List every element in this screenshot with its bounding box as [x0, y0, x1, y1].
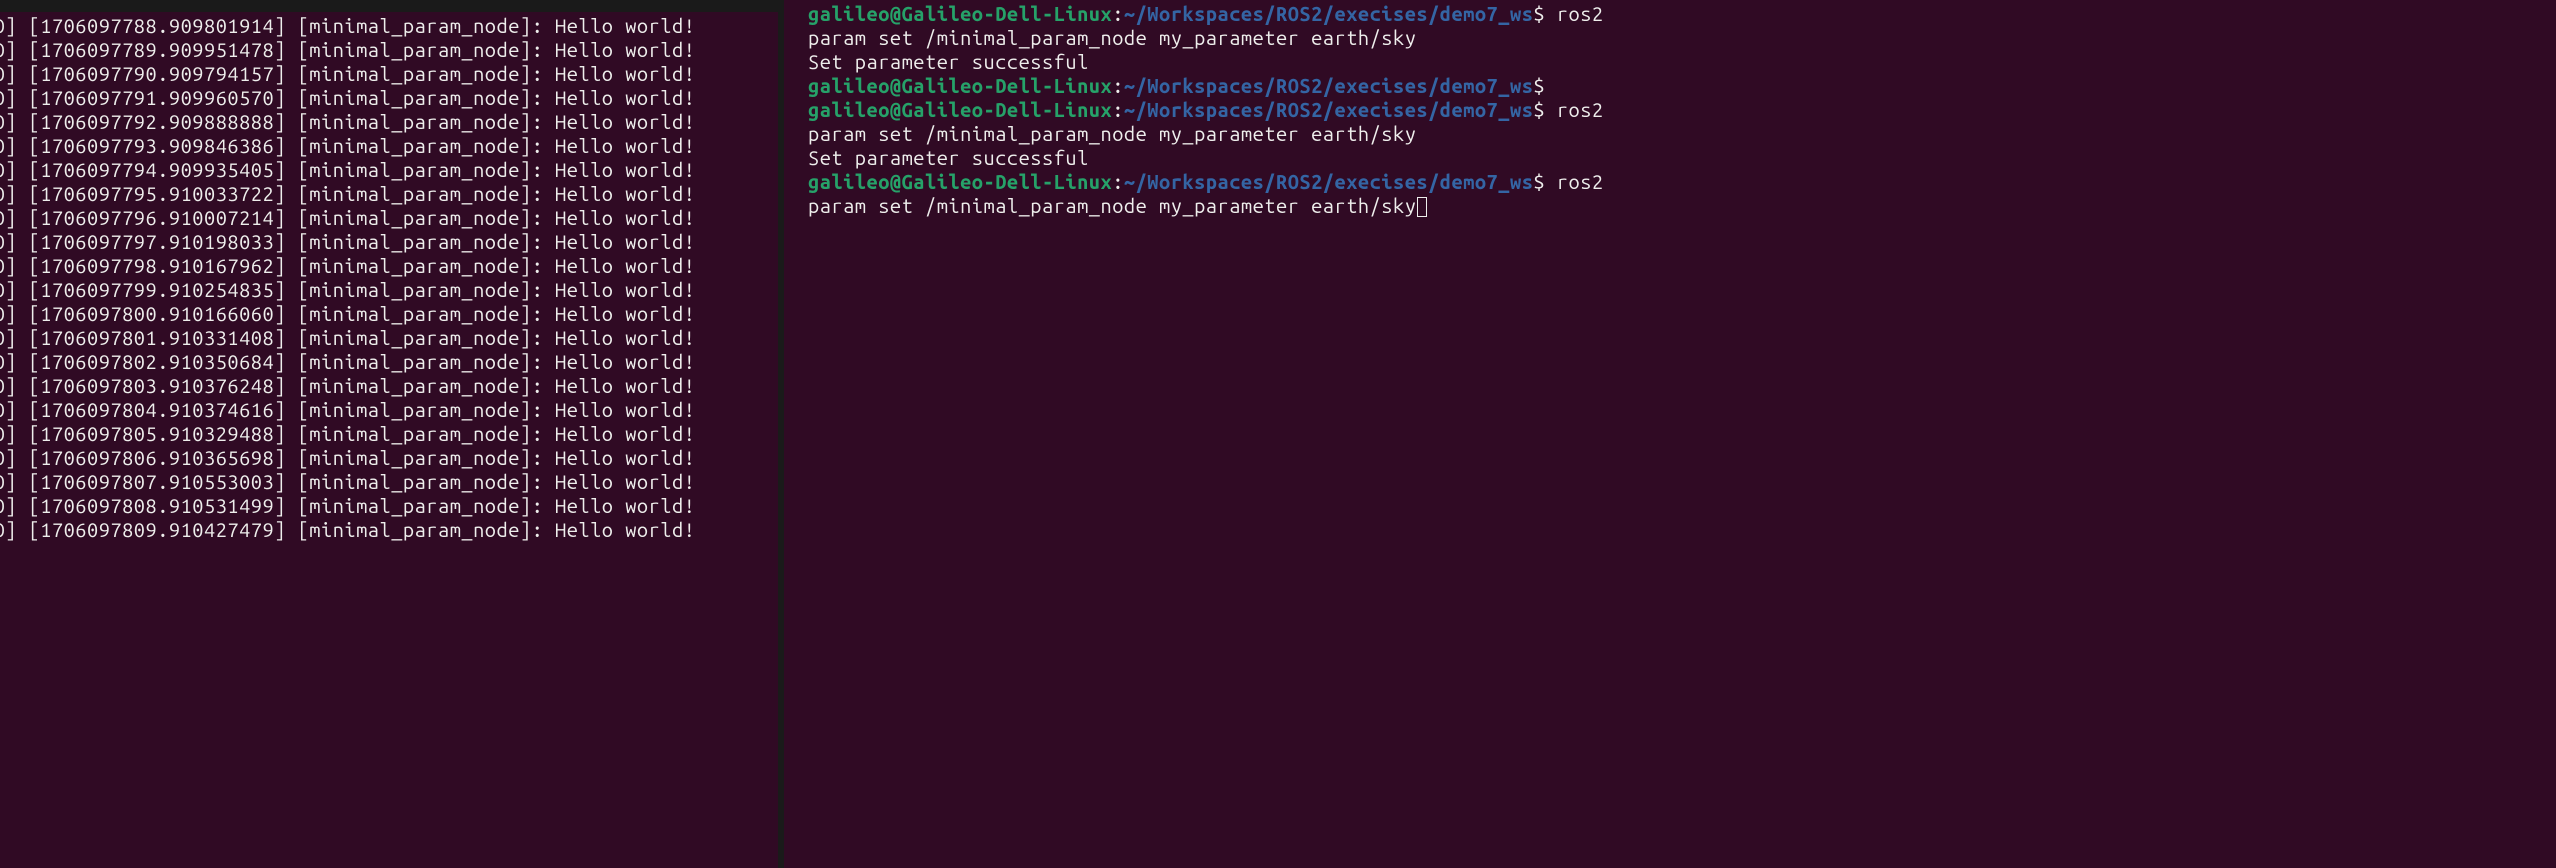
log-line: NFO] [1706097796.910007214] [minimal_par… [0, 206, 778, 230]
terminal-line: param set /minimal_param_node my_paramet… [808, 26, 2556, 50]
command-text: ros2 [1557, 98, 1604, 121]
command-continuation: param set /minimal_param_node my_paramet… [808, 194, 1416, 217]
log-line: NFO] [1706097805.910329488] [minimal_par… [0, 422, 778, 446]
prompt-path: ~/Workspaces/ROS2/execises/demo7_ws [1124, 2, 1534, 25]
terminal-line: galileo@Galileo-Dell-Linux:~/Workspaces/… [808, 170, 2556, 194]
log-line: NFO] [1706097790.909794157] [minimal_par… [0, 62, 778, 86]
log-line: NFO] [1706097789.909951478] [minimal_par… [0, 38, 778, 62]
prompt-colon: : [1112, 74, 1124, 97]
terminal-left-pane[interactable]: NFO] [1706097788.909801914] [minimal_par… [0, 0, 784, 868]
log-line: NFO] [1706097788.909801914] [minimal_par… [0, 14, 778, 38]
log-line: NFO] [1706097798.910167962] [minimal_par… [0, 254, 778, 278]
prompt-path: ~/Workspaces/ROS2/execises/demo7_ws [1124, 170, 1534, 193]
command-continuation: param set /minimal_param_node my_paramet… [808, 122, 1416, 145]
log-line: NFO] [1706097806.910365698] [minimal_par… [0, 446, 778, 470]
terminal-line: param set /minimal_param_node my_paramet… [808, 194, 2556, 218]
log-line: NFO] [1706097802.910350684] [minimal_par… [0, 350, 778, 374]
log-line: NFO] [1706097807.910553003] [minimal_par… [0, 470, 778, 494]
prompt-path: ~/Workspaces/ROS2/execises/demo7_ws [1124, 98, 1534, 121]
command-text: ros2 [1557, 170, 1604, 193]
terminal-line: galileo@Galileo-Dell-Linux:~/Workspaces/… [808, 98, 2556, 122]
log-line: NFO] [1706097793.909846386] [minimal_par… [0, 134, 778, 158]
terminal-line: param set /minimal_param_node my_paramet… [808, 122, 2556, 146]
log-line: NFO] [1706097800.910166060] [minimal_par… [0, 302, 778, 326]
prompt-colon: : [1112, 98, 1124, 121]
terminal-right-content: galileo@Galileo-Dell-Linux:~/Workspaces/… [808, 0, 2556, 218]
log-line: NFO] [1706097792.909888888] [minimal_par… [0, 110, 778, 134]
log-line: NFO] [1706097791.909960570] [minimal_par… [0, 86, 778, 110]
log-line: NFO] [1706097809.910427479] [minimal_par… [0, 518, 778, 542]
prompt-dollar: $ [1533, 74, 1556, 97]
output-text: Set parameter successful [808, 50, 1089, 73]
prompt-colon: : [1112, 170, 1124, 193]
terminal-line: galileo@Galileo-Dell-Linux:~/Workspaces/… [808, 2, 2556, 26]
terminal-line: Set parameter successful [808, 50, 2556, 74]
log-line: NFO] [1706097795.910033722] [minimal_par… [0, 182, 778, 206]
prompt-user-host: galileo@Galileo-Dell-Linux [808, 74, 1112, 97]
cursor[interactable] [1417, 197, 1427, 217]
output-text: Set parameter successful [808, 146, 1089, 169]
log-line: NFO] [1706097808.910531499] [minimal_par… [0, 494, 778, 518]
log-line: NFO] [1706097794.909935405] [minimal_par… [0, 158, 778, 182]
terminal-right-pane[interactable]: galileo@Galileo-Dell-Linux:~/Workspaces/… [784, 0, 2556, 868]
prompt-colon: : [1112, 2, 1124, 25]
prompt-path: ~/Workspaces/ROS2/execises/demo7_ws [1124, 74, 1534, 97]
terminal-left-content: NFO] [1706097788.909801914] [minimal_par… [0, 12, 778, 542]
prompt-user-host: galileo@Galileo-Dell-Linux [808, 170, 1112, 193]
log-line: NFO] [1706097804.910374616] [minimal_par… [0, 398, 778, 422]
prompt-dollar: $ [1533, 2, 1556, 25]
log-line: NFO] [1706097797.910198033] [minimal_par… [0, 230, 778, 254]
prompt-dollar: $ [1533, 170, 1556, 193]
prompt-user-host: galileo@Galileo-Dell-Linux [808, 98, 1112, 121]
prompt-dollar: $ [1533, 98, 1556, 121]
command-text: ros2 [1557, 2, 1604, 25]
terminal-line: galileo@Galileo-Dell-Linux:~/Workspaces/… [808, 74, 2556, 98]
log-line: NFO] [1706097799.910254835] [minimal_par… [0, 278, 778, 302]
scrollbar-right[interactable] [2548, 0, 2556, 868]
prompt-user-host: galileo@Galileo-Dell-Linux [808, 2, 1112, 25]
log-line: NFO] [1706097801.910331408] [minimal_par… [0, 326, 778, 350]
terminal-line: Set parameter successful [808, 146, 2556, 170]
command-continuation: param set /minimal_param_node my_paramet… [808, 26, 1416, 49]
log-line: NFO] [1706097803.910376248] [minimal_par… [0, 374, 778, 398]
